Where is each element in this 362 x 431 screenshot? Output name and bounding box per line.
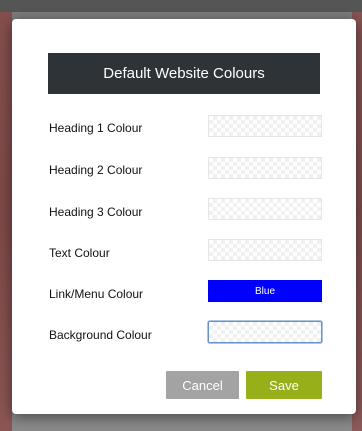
- backdrop-top-strip: [0, 0, 362, 12]
- dialog-title: Default Website Colours: [48, 53, 320, 94]
- heading-3-colour-picker[interactable]: [208, 198, 322, 220]
- text-colour-picker[interactable]: [208, 239, 322, 261]
- heading-1-colour-label: Heading 1 Colour: [49, 121, 143, 135]
- heading-3-colour-label: Heading 3 Colour: [49, 205, 143, 219]
- link-menu-colour-picker[interactable]: Blue: [208, 280, 322, 302]
- background-colour-label: Background Colour: [49, 328, 152, 342]
- colours-dialog: Default Website Colours Heading 1 Colour…: [12, 19, 356, 414]
- heading-2-colour-label: Heading 2 Colour: [49, 163, 143, 177]
- backdrop-left-strip: [0, 12, 12, 431]
- text-colour-label: Text Colour: [49, 246, 110, 260]
- heading-2-colour-picker[interactable]: [208, 157, 322, 179]
- heading-1-colour-picker[interactable]: [208, 115, 322, 137]
- link-menu-colour-label: Link/Menu Colour: [49, 287, 144, 301]
- cancel-button[interactable]: Cancel: [166, 371, 239, 399]
- save-button[interactable]: Save: [246, 371, 322, 399]
- background-colour-picker[interactable]: [208, 321, 322, 343]
